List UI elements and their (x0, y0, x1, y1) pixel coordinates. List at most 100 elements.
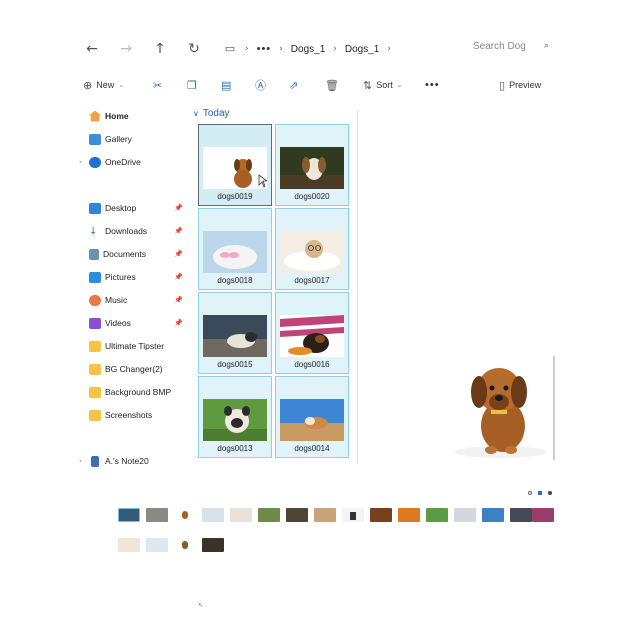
sidebar-item-label: Ultimate Tipster (105, 341, 165, 351)
file-tile[interactable]: dogs0014 (275, 376, 349, 458)
pin-icon[interactable]: 📌 (174, 296, 183, 304)
photo-thumbnail[interactable] (454, 508, 476, 522)
sidebar-item-gallery[interactable]: Gallery (75, 129, 187, 149)
desktop-icon (89, 202, 101, 214)
chevron-right-icon[interactable]: › (79, 158, 89, 166)
onedrive-icon (89, 156, 101, 168)
photo-thumbnail[interactable] (118, 538, 140, 552)
paste-icon: ▤ (221, 78, 232, 92)
file-tile[interactable]: dogs0015 (198, 292, 272, 374)
see-more-button[interactable]: ••• (425, 78, 440, 92)
file-name: dogs0014 (294, 444, 330, 453)
photo-thumbnail[interactable] (146, 538, 168, 552)
share-button[interactable]: ⇗ (289, 78, 298, 92)
preview-pane (359, 106, 557, 464)
file-tile[interactable]: dogs0019 (198, 124, 272, 206)
share-icon: ⇗ (289, 78, 299, 92)
back-arrow-icon[interactable]: ← (83, 40, 101, 58)
dog-thumbnail (203, 399, 267, 441)
preview-scrollbar[interactable] (553, 356, 555, 460)
photo-thumbnail[interactable] (370, 508, 392, 522)
downloads-icon: ↓ (89, 225, 98, 237)
file-name: dogs0013 (217, 444, 253, 453)
sidebar-item-label: Background BMP (105, 387, 172, 397)
computer-icon[interactable]: ▭ (221, 40, 239, 58)
sidebar-item-downloads[interactable]: ↓ Downloads 📌 (75, 221, 187, 241)
view-icon[interactable] (538, 491, 542, 495)
info-icon[interactable] (548, 491, 552, 495)
sidebar-item-home[interactable]: Home (75, 106, 187, 126)
sidebar-item-documents[interactable]: Documents 📌 (75, 244, 187, 264)
preview-pane-button[interactable]: ▯ Preview (499, 78, 541, 92)
photo-thumbnail[interactable] (202, 538, 224, 552)
sidebar-item-desktop[interactable]: Desktop 📌 (75, 198, 187, 218)
sidebar-item-music[interactable]: Music 📌 (75, 290, 187, 310)
screen: ← → ↑ ↻ ▭ › ••• › Dogs_1 › Dogs_1 › Sear… (0, 0, 629, 619)
search-placeholder: Search Dog (473, 41, 526, 52)
pin-icon[interactable]: 📌 (174, 319, 183, 327)
pin-icon[interactable]: 📌 (174, 250, 183, 258)
cut-button[interactable]: ✂ (153, 78, 162, 92)
copy-icon: ❐ (187, 78, 197, 92)
sidebar-item-bg-changer[interactable]: BG Changer(2) (75, 359, 187, 379)
sort-button[interactable]: ⇅ Sort ⌄ (363, 78, 403, 92)
photo-thumbnail[interactable] (482, 508, 504, 522)
photo-thumbnail[interactable] (174, 508, 196, 522)
file-tile[interactable]: dogs0013 (198, 376, 272, 458)
new-button[interactable]: ⊕ New ⌄ (83, 78, 124, 92)
file-name: dogs0019 (217, 192, 253, 201)
navigation-pane: Home Gallery › OneDrive Desktop 📌 ↓ Down… (75, 106, 187, 467)
photo-thumbnail[interactable] (314, 508, 336, 522)
sidebar-item-label: Screenshots (105, 410, 153, 420)
photo-thumbnail[interactable] (510, 508, 532, 522)
dog-thumbnail (203, 315, 267, 357)
photo-thumbnail[interactable] (146, 508, 168, 522)
photo-thumbnail[interactable] (398, 508, 420, 522)
photo-thumbnail[interactable] (532, 508, 554, 522)
forward-arrow-icon[interactable]: → (117, 40, 135, 58)
sidebar-item-videos[interactable]: Videos 📌 (75, 313, 187, 333)
rename-button[interactable]: Ⓐ (255, 78, 266, 92)
paste-button[interactable]: ▤ (221, 78, 231, 92)
sidebar-item-phone[interactable]: › A.'s Note20 (75, 451, 187, 471)
file-tile[interactable]: dogs0016 (275, 292, 349, 374)
copy-button[interactable]: ❐ (187, 78, 197, 92)
chevron-right-icon[interactable]: › (79, 457, 89, 465)
pane-divider[interactable] (357, 110, 358, 464)
photo-thumbnail[interactable] (286, 508, 308, 522)
file-list: ∨ Today dogs0019 dogs0020 dogs0018 dogs0… (193, 106, 359, 464)
photo-thumbnail[interactable] (174, 538, 196, 552)
breadcrumb-item[interactable]: Dogs_1 (345, 44, 379, 55)
group-header-today[interactable]: ∨ Today (193, 108, 230, 119)
up-arrow-icon[interactable]: ↑ (151, 40, 169, 58)
sidebar-item-label: Downloads (105, 226, 148, 236)
photo-thumbnail[interactable] (230, 508, 252, 522)
pin-icon[interactable]: 📌 (174, 273, 183, 281)
sidebar-item-onedrive[interactable]: › OneDrive (75, 152, 187, 172)
chevron-down-icon: ∨ (193, 109, 199, 118)
delete-button[interactable]: 🗑 (325, 78, 339, 92)
sidebar-item-pictures[interactable]: Pictures 📌 (75, 267, 187, 287)
file-tile[interactable]: dogs0020 (275, 124, 349, 206)
file-tile[interactable]: dogs0018 (198, 208, 272, 290)
sidebar-item-background-bmp[interactable]: Background BMP (75, 382, 187, 402)
chevron-right-icon: › (245, 44, 249, 54)
photo-thumbnail[interactable] (426, 508, 448, 522)
sidebar-item-ultimate-tipster[interactable]: Ultimate Tipster (75, 336, 187, 356)
photo-thumbnail[interactable] (342, 508, 364, 522)
pin-icon[interactable]: 📌 (174, 204, 183, 212)
breadcrumb-item[interactable]: Dogs_1 (291, 44, 325, 55)
sidebar-item-screenshots[interactable]: Screenshots (75, 405, 187, 425)
settings-icon[interactable] (528, 491, 532, 495)
home-icon (89, 110, 101, 122)
pin-icon[interactable]: 📌 (174, 227, 183, 235)
file-tile[interactable]: dogs0017 (275, 208, 349, 290)
search-input[interactable]: Search Dog ⌕ (473, 41, 551, 57)
secondary-photo-window (78, 490, 554, 612)
photo-thumbnail[interactable] (118, 508, 140, 522)
chevron-right-icon: › (333, 44, 337, 54)
photo-thumbnail[interactable] (202, 508, 224, 522)
refresh-icon[interactable]: ↻ (185, 40, 203, 58)
breadcrumb-overflow[interactable]: ••• (257, 43, 272, 55)
photo-thumbnail[interactable] (258, 508, 280, 522)
